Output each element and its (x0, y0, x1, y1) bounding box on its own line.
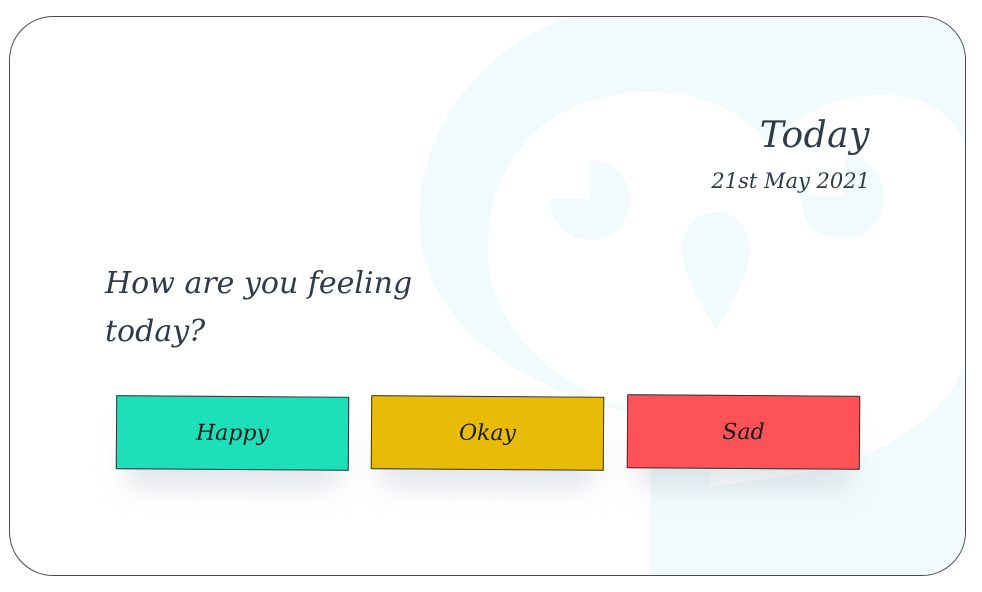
happy-button[interactable]: Happy (115, 395, 350, 471)
sad-button[interactable]: Sad (626, 394, 861, 470)
mood-question: How are you feeling today? (105, 266, 413, 349)
current-date: 21st May 2021 (711, 169, 870, 193)
page-title: Today (759, 115, 870, 156)
mood-card: Today 21st May 2021 How are you feeling … (9, 16, 966, 576)
okay-button[interactable]: Okay (370, 395, 605, 471)
